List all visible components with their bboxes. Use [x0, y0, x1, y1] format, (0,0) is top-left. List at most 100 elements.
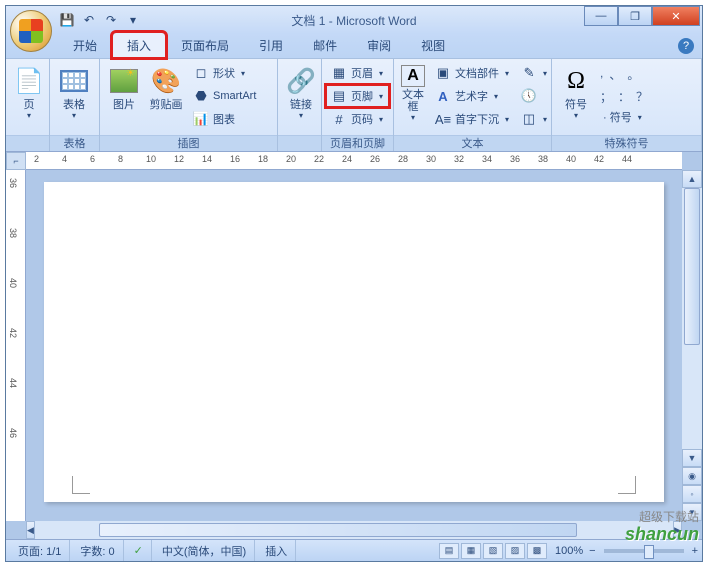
chart-icon: 📊	[193, 111, 209, 127]
view-outline-button[interactable]: ▨	[505, 543, 525, 559]
status-page[interactable]: 页面: 1/1	[10, 540, 70, 561]
close-button[interactable]: ✕	[652, 6, 700, 26]
group-symbols: Ω 符号 ▾ , 、 。 ； ： ？ · 符号▾	[552, 59, 702, 151]
footer-button[interactable]: ▤页脚▾	[326, 85, 389, 107]
scroll-track-h[interactable]	[35, 521, 673, 539]
header-button[interactable]: ▦页眉▾	[326, 62, 389, 84]
save-icon[interactable]: 💾	[58, 11, 76, 29]
textbox-icon: A	[401, 65, 425, 87]
tab-insert[interactable]: 插入	[112, 32, 166, 58]
status-wordcount[interactable]: 字数: 0	[72, 540, 123, 561]
textbox-button[interactable]: A 文本框 ▾	[398, 62, 428, 125]
tab-review[interactable]: 审阅	[352, 32, 406, 58]
links-button[interactable]: 🔗 链接 ▾	[282, 62, 320, 123]
tab-mail[interactable]: 邮件	[298, 32, 352, 58]
view-fullscreen-button[interactable]: ▦	[461, 543, 481, 559]
scroll-left-button[interactable]: ◀	[26, 521, 35, 539]
clipart-button[interactable]: 🎨 剪贴画	[146, 62, 186, 114]
minimize-button[interactable]: —	[584, 6, 618, 26]
status-proofing[interactable]: ✓	[126, 540, 152, 561]
check-icon: ✓	[134, 544, 143, 557]
signature-icon: ✎	[521, 65, 537, 81]
clipart-icon: 🎨	[150, 65, 182, 97]
smartart-icon: ⬣	[193, 88, 209, 104]
scroll-up-button[interactable]: ▲	[682, 170, 702, 188]
link-icon: 🔗	[285, 65, 317, 97]
vertical-ruler[interactable]: 363840424446	[6, 170, 26, 521]
parts-button[interactable]: ▣文档部件▾	[430, 62, 514, 84]
page[interactable]	[44, 182, 664, 502]
office-button[interactable]	[10, 10, 52, 52]
browse-button[interactable]: ◦	[682, 485, 702, 503]
tab-pagelayout[interactable]: 页面布局	[166, 32, 244, 58]
chevron-down-icon: ▾	[379, 69, 383, 78]
vertical-scrollbar[interactable]: ▲ ▼ ◉ ◦ ▾	[682, 170, 702, 521]
chevron-down-icon: ▾	[379, 115, 383, 124]
scroll-thumb-h[interactable]	[99, 523, 578, 537]
object-icon: ◫	[521, 111, 537, 127]
more-symbols-button[interactable]: · 符号▾	[598, 106, 650, 128]
wordart-icon: A	[435, 88, 451, 104]
quick-access-toolbar: 💾 ↶ ↷ ▾	[58, 6, 142, 34]
chevron-down-icon: ▾	[494, 92, 498, 101]
margin-marker-bl	[72, 476, 90, 494]
shapes-button[interactable]: ◻形状▾	[188, 62, 261, 84]
chevron-down-icon: ▾	[411, 113, 415, 122]
view-draft-button[interactable]: ▩	[527, 543, 547, 559]
ribbon-tabs: 开始 插入 页面布局 引用 邮件 审阅 视图 ?	[6, 34, 702, 58]
zoom-slider[interactable]	[604, 549, 684, 553]
header-icon: ▦	[331, 65, 347, 81]
status-insertmode[interactable]: 插入	[257, 540, 296, 561]
group-tables: 表格 ▾ 表格	[50, 59, 100, 151]
picture-button[interactable]: 图片	[104, 62, 144, 114]
watermark-text: shancun	[625, 524, 699, 545]
chevron-down-icon: ▾	[543, 115, 547, 124]
help-icon[interactable]: ?	[678, 38, 694, 54]
datetime-button[interactable]: 🕔	[516, 85, 552, 107]
group-headerfooter: ▦页眉▾ ▤页脚▾ #页码▾ 页眉和页脚	[322, 59, 394, 151]
zoom-level[interactable]: 100%	[555, 545, 583, 557]
tab-home[interactable]: 开始	[58, 32, 112, 58]
signature-button[interactable]: ✎▾	[516, 62, 552, 84]
pagenum-icon: #	[331, 111, 347, 127]
wordart-button[interactable]: A艺术字▾	[430, 85, 514, 107]
scroll-down-button[interactable]: ▼	[682, 449, 702, 467]
zoom-in-button[interactable]: +	[692, 545, 698, 557]
maximize-button[interactable]: ❐	[618, 6, 652, 26]
page-icon: 📄	[13, 65, 45, 97]
prev-page-button[interactable]: ◉	[682, 467, 702, 485]
symbol-grid-2[interactable]: ； ： ？	[598, 88, 650, 105]
view-print-button[interactable]: ▤	[439, 543, 459, 559]
pages-button[interactable]: 📄 页 ▾	[10, 62, 48, 123]
status-language[interactable]: 中文(简体，中国)	[154, 540, 255, 561]
dropcap-button[interactable]: A≡首字下沉▾	[430, 108, 514, 130]
pagenum-button[interactable]: #页码▾	[326, 108, 389, 130]
footer-icon: ▤	[331, 88, 347, 104]
chart-button[interactable]: 📊图表	[188, 108, 261, 130]
tab-references[interactable]: 引用	[244, 32, 298, 58]
ruler-corner[interactable]: ⌐	[6, 152, 26, 170]
datetime-icon: 🕔	[521, 88, 537, 104]
smartart-button[interactable]: ⬣SmartArt	[188, 85, 261, 107]
undo-icon[interactable]: ↶	[80, 11, 98, 29]
symbol-grid[interactable]: , 、 。	[598, 62, 650, 87]
zoom-out-button[interactable]: −	[589, 545, 595, 557]
chevron-down-icon: ▾	[505, 115, 509, 124]
redo-icon[interactable]: ↷	[102, 11, 120, 29]
picture-icon	[108, 65, 140, 97]
group-illustrations: 图片 🎨 剪贴画 ◻形状▾ ⬣SmartArt 📊图表 插图	[100, 59, 278, 151]
scroll-thumb[interactable]	[684, 188, 700, 345]
symbol-button[interactable]: Ω 符号 ▾	[556, 62, 596, 123]
object-button[interactable]: ◫▾	[516, 108, 552, 130]
horizontal-scrollbar[interactable]: ◀ ▶	[26, 521, 682, 539]
chevron-down-icon: ▾	[72, 111, 76, 120]
titlebar: 💾 ↶ ↷ ▾ 文档 1 - Microsoft Word — ❐ ✕	[6, 6, 702, 34]
table-button[interactable]: 表格 ▾	[54, 62, 94, 123]
window-controls: — ❐ ✕	[584, 6, 700, 26]
tab-view[interactable]: 视图	[406, 32, 460, 58]
page-viewport[interactable]	[26, 170, 682, 521]
horizontal-ruler[interactable]: ⌐ 24681012141618202224262830323436384042…	[26, 152, 682, 170]
scroll-track[interactable]	[682, 188, 702, 449]
view-web-button[interactable]: ▧	[483, 543, 503, 559]
qat-menu-icon[interactable]: ▾	[124, 11, 142, 29]
